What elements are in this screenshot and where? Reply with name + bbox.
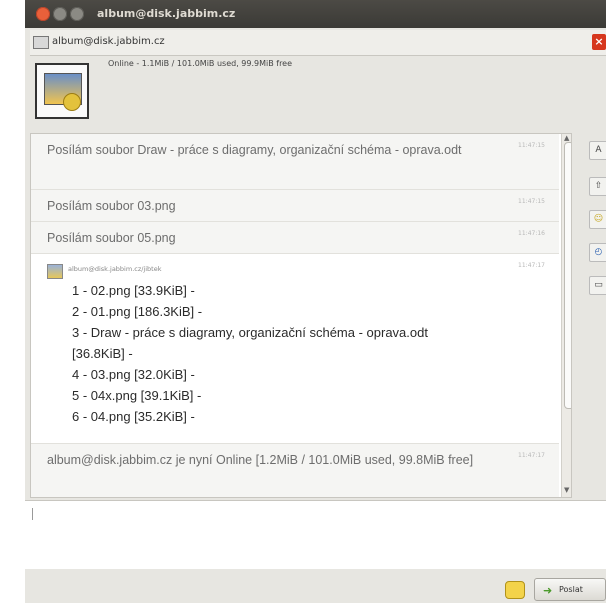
send-button-label: Poslat (559, 585, 583, 594)
contact-header: Online - 1.1MiB / 101.0MiB used, 99.9MiB… (30, 56, 606, 128)
window-title: album@disk.jabbim.cz (97, 7, 236, 20)
info-icon[interactable]: ▭ (589, 276, 606, 295)
scroll-down-icon[interactable]: ▼ (564, 486, 569, 494)
message-time: 11:47:17 (518, 262, 545, 269)
status-badge-icon (63, 93, 81, 111)
message-history: Posílám soubor Draw - práce s diagramy, … (30, 133, 572, 498)
message-item: Posílám soubor Draw - práce s diagramy, … (31, 134, 559, 190)
chat-tab-icon (33, 36, 49, 49)
window-minimize-button[interactable] (53, 7, 67, 21)
side-toolbar: A ⇧ ☺ ◴ ▭ (587, 133, 606, 333)
message-sender: album@disk.jabbim.cz/jibtek (68, 265, 162, 273)
file-list-item[interactable]: 1 - 02.png [33.9KiB] - (72, 280, 428, 301)
title-bar: album@disk.jabbim.cz (25, 0, 606, 28)
smiley-icon[interactable]: ☺ (589, 210, 606, 229)
window-maximize-button[interactable] (70, 7, 84, 21)
message-text: Posílám soubor Draw - práce s diagramy, … (47, 143, 462, 157)
file-transfer-icon (47, 264, 63, 279)
file-list-message: album@disk.jabbim.cz/jibtek 11:47:17 1 -… (31, 254, 559, 444)
contact-status: Online - 1.1MiB / 101.0MiB used, 99.9MiB… (108, 59, 293, 68)
window-close-button[interactable] (36, 7, 50, 21)
chat-window: album@disk.jabbim.cz album@disk.jabbim.c… (25, 0, 606, 603)
file-list-item[interactable]: [36.8KiB] - (72, 343, 428, 364)
message-time: 11:47:17 (518, 452, 545, 459)
chat-tab-label: album@disk.jabbim.cz (52, 36, 165, 47)
file-list-item[interactable]: 3 - Draw - práce s diagramy, organizační… (72, 322, 428, 343)
avatar[interactable] (35, 63, 89, 119)
message-time: 11:47:15 (518, 198, 545, 205)
text-caret (32, 508, 33, 520)
font-icon[interactable]: A (589, 141, 606, 160)
upload-icon[interactable]: ⇧ (589, 177, 606, 196)
message-text: Posílám soubor 05.png (47, 231, 176, 245)
scroll-up-icon[interactable]: ▲ (564, 134, 569, 142)
file-list-item[interactable]: 5 - 04x.png [39.1KiB] - (72, 385, 428, 406)
message-item: Posílám soubor 05.png 11:47:16 (31, 222, 559, 254)
send-icon: ➜ (543, 584, 553, 597)
file-list-item[interactable]: 2 - 01.png [186.3KiB] - (72, 301, 428, 322)
tab-close-icon[interactable]: × (592, 34, 606, 50)
message-time: 11:47:16 (518, 230, 545, 237)
message-item: Posílám soubor 03.png 11:47:15 (31, 190, 559, 222)
history-icon[interactable]: ◴ (589, 243, 606, 262)
chat-scrollbar[interactable]: ▲ ▼ (561, 134, 571, 497)
message-text: album@disk.jabbim.cz je nyní Online [1.2… (47, 453, 474, 467)
message-text: Posílám soubor 03.png (47, 199, 176, 213)
emoticon-button[interactable] (505, 581, 525, 599)
message-input[interactable] (25, 500, 606, 570)
message-item: album@disk.jabbim.cz je nyní Online [1.2… (31, 444, 559, 497)
file-list: 1 - 02.png [33.9KiB] - 2 - 01.png [186.3… (72, 280, 428, 427)
file-list-item[interactable]: 4 - 03.png [32.0KiB] - (72, 364, 428, 385)
file-list-item[interactable]: 6 - 04.png [35.2KiB] - (72, 406, 428, 427)
scrollbar-thumb[interactable] (564, 142, 571, 409)
send-button[interactable]: ➜ Poslat (534, 578, 606, 601)
chat-tab[interactable]: album@disk.jabbim.cz × (30, 30, 606, 56)
message-time: 11:47:15 (518, 142, 545, 149)
bottom-bar: ➜ Poslat (25, 569, 606, 603)
